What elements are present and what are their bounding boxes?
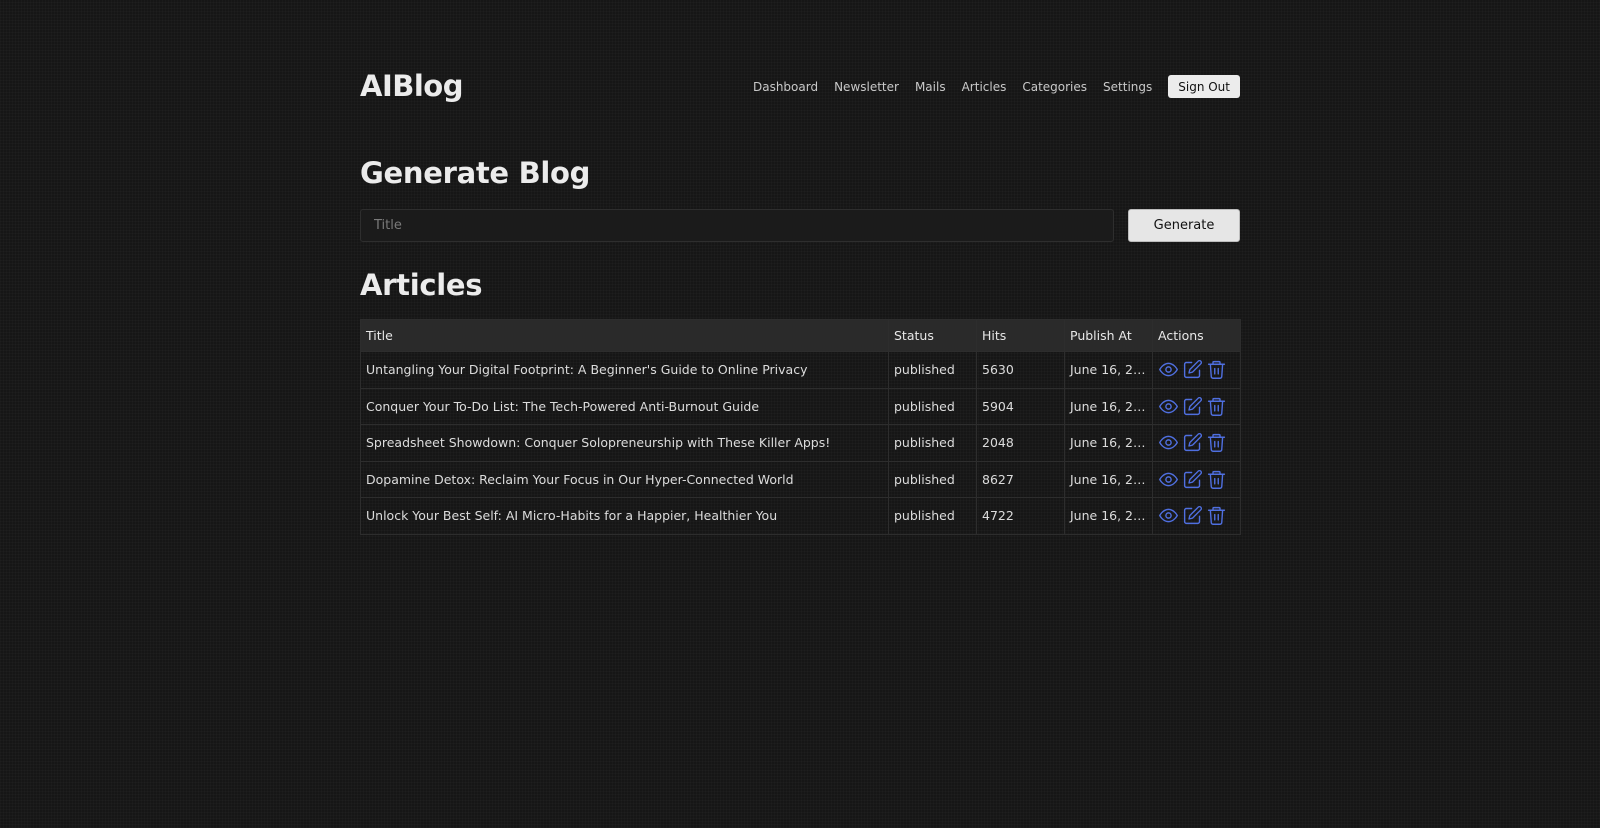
column-header-title: Title [360,319,889,352]
article-publish-at: June 16, 20... [1064,387,1153,425]
article-status: published [888,351,977,389]
column-header-actions: Actions [1152,319,1241,352]
nav-newsletter[interactable]: Newsletter [834,80,899,94]
article-publish-at: June 16, 20... [1064,351,1153,389]
eye-icon[interactable] [1158,505,1179,526]
column-header-status: Status [888,319,977,352]
edit-icon[interactable] [1182,396,1203,417]
article-actions [1152,424,1241,462]
main-nav: Dashboard Newsletter Mails Articles Cate… [753,75,1240,98]
article-title: Spreadsheet Showdown: Conquer Solopreneu… [360,424,889,462]
table-row: Conquer Your To-Do List: The Tech-Powere… [360,387,1241,425]
article-hits: 8627 [976,460,1065,498]
article-hits: 2048 [976,424,1065,462]
articles-table-body: Untangling Your Digital Footprint: A Beg… [360,351,1241,535]
generate-blog-heading: Generate Blog [360,156,591,190]
top-header: AIBlog Dashboard Newsletter Mails Articl… [360,66,1240,106]
edit-icon[interactable] [1182,432,1203,453]
column-header-publish-at: Publish At [1064,319,1153,352]
trash-icon[interactable] [1206,396,1227,417]
eye-icon[interactable] [1158,469,1179,490]
article-hits: 5904 [976,387,1065,425]
sign-out-button[interactable]: Sign Out [1168,75,1240,98]
table-row: Untangling Your Digital Footprint: A Beg… [360,351,1241,389]
article-publish-at: June 16, 20... [1064,424,1153,462]
article-status: published [888,387,977,425]
nav-mails[interactable]: Mails [915,80,946,94]
generate-form: Generate [360,209,1240,243]
edit-icon[interactable] [1182,469,1203,490]
nav-articles[interactable]: Articles [962,80,1007,94]
article-status: published [888,497,977,535]
eye-icon[interactable] [1158,396,1179,417]
eye-icon[interactable] [1158,432,1179,453]
table-row: Unlock Your Best Self: AI Micro-Habits f… [360,497,1241,535]
table-row: Dopamine Detox: Reclaim Your Focus in Ou… [360,460,1241,498]
articles-table: Title Status Hits Publish At Actions Unt… [360,319,1241,535]
article-status: published [888,424,977,462]
article-hits: 5630 [976,351,1065,389]
trash-icon[interactable] [1206,359,1227,380]
trash-icon[interactable] [1206,432,1227,453]
article-title: Unlock Your Best Self: AI Micro-Habits f… [360,497,889,535]
trash-icon[interactable] [1206,505,1227,526]
article-hits: 4722 [976,497,1065,535]
edit-icon[interactable] [1182,505,1203,526]
article-actions [1152,497,1241,535]
nav-settings[interactable]: Settings [1103,80,1152,94]
article-title: Conquer Your To-Do List: The Tech-Powere… [360,387,889,425]
edit-icon[interactable] [1182,359,1203,380]
title-input[interactable] [360,209,1114,242]
trash-icon[interactable] [1206,469,1227,490]
column-header-hits: Hits [976,319,1065,352]
article-actions [1152,460,1241,498]
eye-icon[interactable] [1158,359,1179,380]
article-actions [1152,387,1241,425]
article-actions [1152,351,1241,389]
nav-categories[interactable]: Categories [1022,80,1087,94]
article-publish-at: June 16, 20... [1064,460,1153,498]
generate-button[interactable]: Generate [1128,209,1240,242]
brand-logo[interactable]: AIBlog [360,66,463,106]
article-title: Untangling Your Digital Footprint: A Beg… [360,351,889,389]
table-header-row: Title Status Hits Publish At Actions [360,319,1241,352]
nav-dashboard[interactable]: Dashboard [753,80,818,94]
articles-heading: Articles [360,268,483,302]
article-publish-at: June 16, 20... [1064,497,1153,535]
article-status: published [888,460,977,498]
article-title: Dopamine Detox: Reclaim Your Focus in Ou… [360,460,889,498]
table-row: Spreadsheet Showdown: Conquer Solopreneu… [360,424,1241,462]
